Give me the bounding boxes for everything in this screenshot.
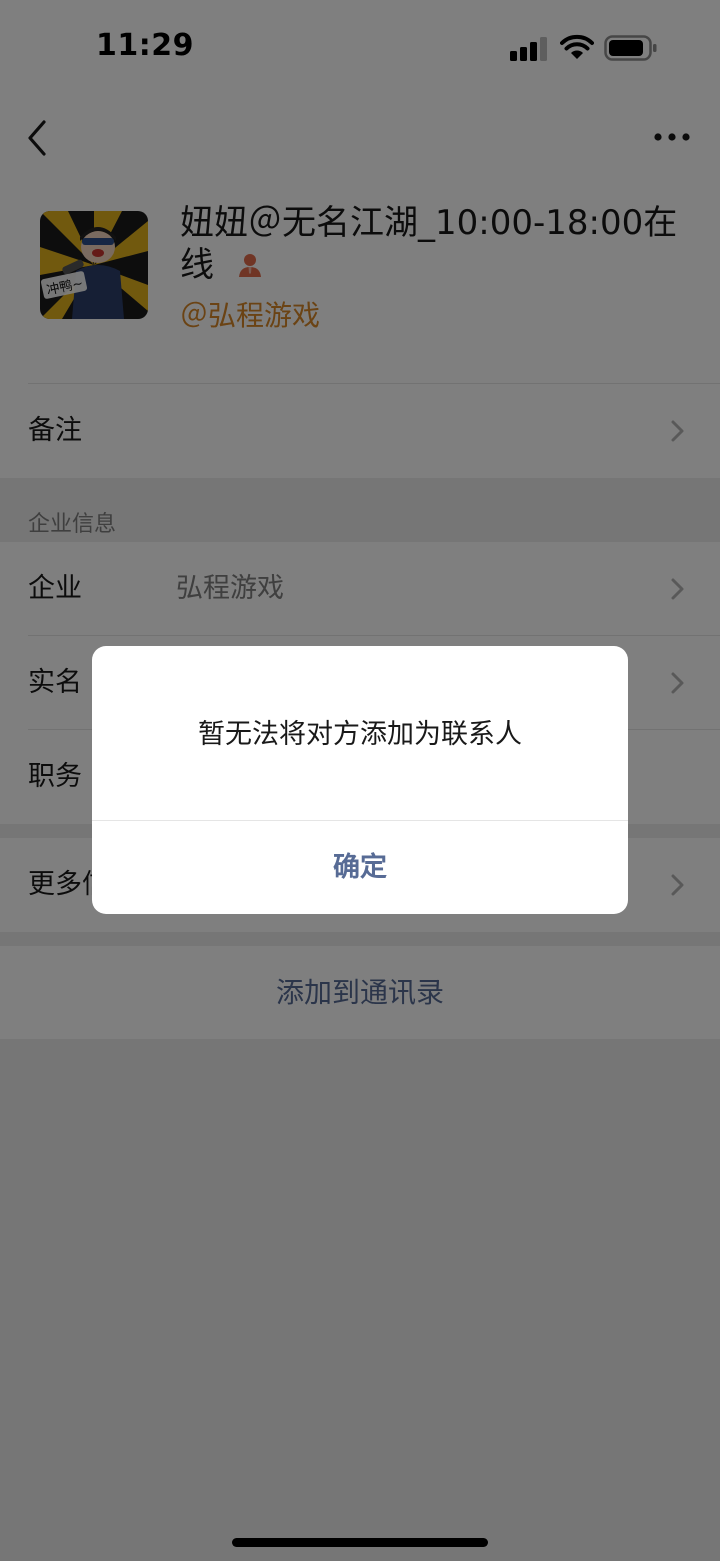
dialog-message: 暂无法将对方添加为联系人 [198, 719, 522, 750]
alert-dialog: 暂无法将对方添加为联系人 确定 [92, 646, 628, 914]
home-indicator[interactable] [232, 1538, 488, 1547]
confirm-button[interactable]: 确定 [92, 821, 628, 914]
contact-profile-page: 11:29 [0, 0, 720, 1561]
